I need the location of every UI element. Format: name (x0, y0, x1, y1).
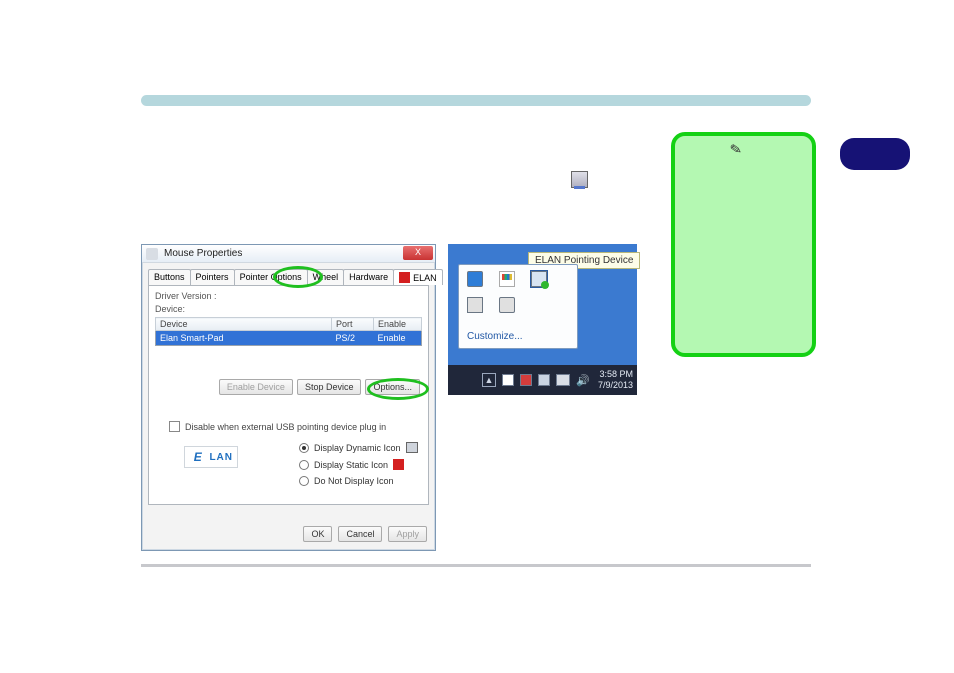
close-button[interactable]: X (403, 246, 433, 260)
printer-icon[interactable] (467, 297, 483, 313)
customize-link[interactable]: Customize... (467, 331, 523, 342)
taskbar-clock[interactable]: 3:58 PM 7/9/2013 (598, 369, 633, 391)
elan-tray-icon[interactable] (520, 374, 532, 386)
radio-none-row[interactable]: Do Not Display Icon (299, 476, 418, 486)
tray-overflow-arrow[interactable]: ▲ (482, 373, 496, 387)
disable-usb-checkbox-row[interactable]: Disable when external USB pointing devic… (169, 421, 386, 432)
note-box (671, 132, 816, 357)
clock-time: 3:58 PM (598, 369, 633, 380)
dialog-title-text: Mouse Properties (164, 248, 242, 259)
tray-overflow-popup: Customize... (458, 264, 578, 349)
dialog-title-bar[interactable]: Mouse Properties X (142, 245, 435, 263)
radio-static[interactable] (299, 460, 309, 470)
disable-usb-label: Disable when external USB pointing devic… (185, 422, 386, 432)
cell-enable: Enable (374, 331, 422, 346)
cancel-button[interactable]: Cancel (338, 526, 382, 542)
battery-icon[interactable] (556, 374, 570, 386)
options-button[interactable]: Options... (365, 379, 420, 395)
ok-button[interactable]: OK (303, 526, 332, 542)
monitor-icon[interactable] (531, 271, 547, 287)
side-pill (840, 138, 910, 170)
clock-date: 7/9/2013 (598, 380, 633, 391)
footer-rule (141, 564, 811, 567)
radio-static-row[interactable]: Display Static Icon (299, 459, 418, 470)
tab-pointers[interactable]: Pointers (190, 269, 235, 285)
col-device[interactable]: Device (156, 318, 332, 331)
col-port[interactable]: Port (332, 318, 374, 331)
radio-none-label: Do Not Display Icon (314, 476, 394, 486)
action-center-icon[interactable] (502, 374, 514, 386)
tab-wheel[interactable]: Wheel (307, 269, 345, 285)
stop-device-button[interactable]: Stop Device (297, 379, 362, 395)
icon-display-radio-group: Display Dynamic Icon Display Static Icon… (299, 442, 418, 492)
taskbar: ▲ 🔊 3:58 PM 7/9/2013 (448, 365, 637, 395)
cell-port: PS/2 (332, 331, 374, 346)
elan-tab-pane: Driver Version : Device: Device Port Ena… (148, 285, 429, 505)
tab-strip: Buttons Pointers Pointer Options Wheel H… (142, 263, 435, 285)
tab-elan-label: ELAN (413, 273, 437, 283)
checkbox-icon[interactable] (169, 421, 180, 432)
table-row[interactable]: Elan Smart-Pad PS/2 Enable (156, 331, 422, 346)
shield-icon[interactable] (467, 271, 483, 287)
apply-button[interactable]: Apply (388, 526, 427, 542)
dialog-footer: OK Cancel Apply (303, 526, 427, 542)
col-enable[interactable]: Enable (374, 318, 422, 331)
header-rule (141, 95, 811, 106)
device-label: Device: (155, 304, 422, 314)
monitor-icon (571, 171, 588, 188)
elan-logo-text: LAN (209, 452, 233, 463)
radio-dynamic-label: Display Dynamic Icon (314, 443, 401, 453)
tab-buttons[interactable]: Buttons (148, 269, 191, 285)
flag-icon[interactable] (499, 271, 515, 287)
radio-dynamic[interactable] (299, 443, 309, 453)
mouse-properties-dialog: Mouse Properties X Buttons Pointers Poin… (141, 244, 436, 551)
device-button-row: Enable Device Stop Device Options... (219, 379, 420, 395)
tray-icon-grid (459, 265, 577, 323)
cell-device-name: Elan Smart-Pad (156, 331, 332, 346)
elan-swirl-icon: E (189, 449, 206, 465)
tray-screenshot: ELAN Pointing Device Customize... ▲ 🔊 3:… (448, 244, 637, 395)
tab-elan[interactable]: ELAN (393, 269, 443, 285)
radio-none[interactable] (299, 476, 309, 486)
radio-static-label: Display Static Icon (314, 460, 388, 470)
monitor-icon (406, 442, 418, 453)
radio-dynamic-row[interactable]: Display Dynamic Icon (299, 442, 418, 453)
speaker-icon[interactable] (499, 297, 515, 313)
driver-version-label: Driver Version : (155, 291, 422, 301)
tab-pointer-options[interactable]: Pointer Options (234, 269, 308, 285)
tab-hardware[interactable]: Hardware (343, 269, 394, 285)
volume-icon[interactable]: 🔊 (576, 374, 588, 386)
elan-logo: E LAN (184, 446, 238, 468)
enable-device-button: Enable Device (219, 379, 293, 395)
device-table: Device Port Enable Elan Smart-Pad PS/2 E… (155, 317, 422, 346)
elan-icon (393, 459, 404, 470)
elan-icon (399, 272, 410, 283)
network-icon[interactable] (538, 374, 550, 386)
